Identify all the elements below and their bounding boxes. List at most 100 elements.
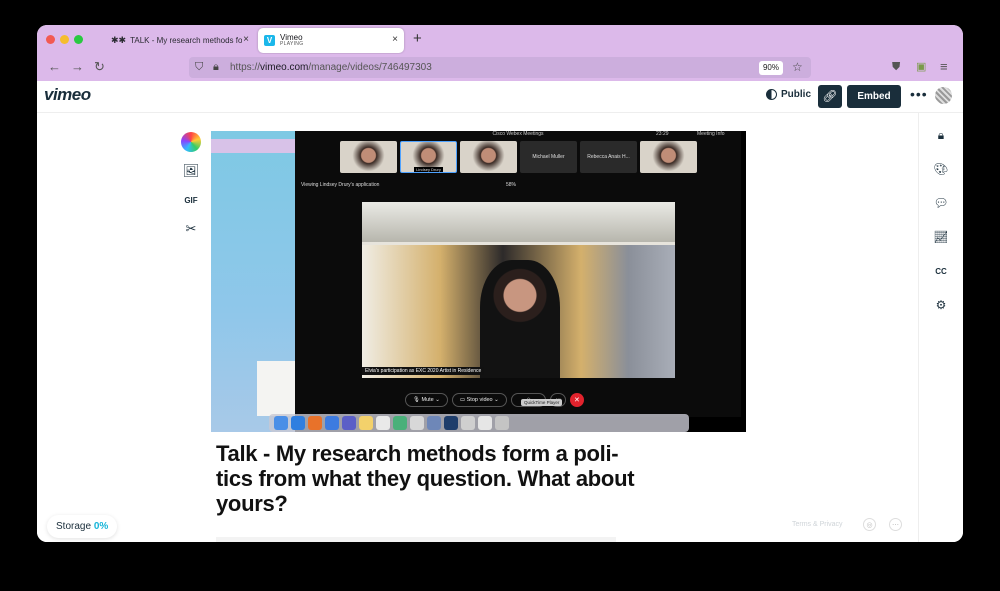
terms-privacy-link[interactable]: Terms & Privacy [792, 521, 843, 528]
storage-indicator[interactable]: Storage 0% [47, 515, 118, 538]
participant-thumbnail [460, 141, 517, 173]
link-icon: 🔗︎ [822, 89, 838, 103]
quicktime-icon [427, 416, 441, 430]
storage-label: Storage [56, 521, 92, 532]
lock-icon[interactable]: 🔒︎ [213, 61, 219, 74]
paper-document-image [257, 361, 295, 416]
more-options-icon[interactable]: ••• [910, 86, 928, 102]
slack-icon [393, 416, 407, 430]
compass-icon[interactable]: ◎ [863, 518, 876, 531]
gif-label: GIF [184, 195, 198, 205]
textedit-icon [410, 416, 424, 430]
webex-app-title: Cisco Webex Meetings [492, 131, 544, 137]
document-icon [461, 416, 475, 430]
video-tools-toolbar: 🖼︎ GIF ✂ [180, 131, 204, 247]
navigation-bar: ← → ↻ ⛉ 🔒︎ https://vimeo.com/manage/vide… [37, 54, 963, 81]
url-text[interactable]: https://vimeo.com/manage/videos/74649730… [230, 62, 432, 73]
privacy-public-button[interactable]: Public [766, 89, 811, 100]
menu-icon[interactable]: ≡ [940, 60, 948, 74]
end-call-icon: ✕ [569, 393, 584, 407]
image-icon: 🖼︎ [182, 163, 200, 178]
close-window-button[interactable] [46, 35, 55, 44]
close-tab-icon[interactable]: × [243, 34, 249, 45]
stop-video-button: ▭ Stop video ⌄ [451, 393, 507, 407]
forward-icon[interactable]: → [71, 60, 84, 74]
storage-percent: 0% [93, 521, 109, 532]
tab-bar: ✱✱ TALK - My research methods fo × V Vim… [37, 25, 963, 54]
public-label: Public [781, 89, 812, 100]
background-browser-window [211, 139, 295, 153]
tab-favicon-icon: ✱✱ [111, 35, 127, 45]
copy-link-button[interactable]: 🔗︎ [818, 85, 842, 108]
webex-meeting-window: Cisco Webex Meetings 23:29 Meeting Info … [295, 131, 741, 417]
avatar[interactable] [935, 87, 952, 104]
pocket-icon[interactable]: ⛊ [892, 60, 900, 74]
trim-tool-button[interactable]: ✂ [180, 218, 202, 240]
video-player[interactable]: Cisco Webex Meetings 23:29 Meeting Info … [211, 131, 746, 432]
shared-screen: Elvia's participation as EXC 2020 Artist… [362, 202, 675, 378]
minimize-window-button[interactable] [60, 35, 69, 44]
firefox-icon [308, 416, 322, 430]
video-caption: Elvia's participation as EXC 2020 Artist… [362, 367, 485, 375]
reload-icon[interactable]: ↻ [94, 60, 105, 74]
webex-clock: 23:29 [656, 131, 669, 137]
zoom-level-badge[interactable]: 90% [759, 61, 783, 75]
trash-icon [495, 416, 509, 430]
captions-icon[interactable]: CC [932, 262, 950, 280]
office-room-image [362, 202, 675, 242]
teams-icon [342, 416, 356, 430]
speaker-image [480, 260, 560, 378]
url-path: /manage/videos/746497303 [308, 62, 432, 73]
privacy-globe-icon [766, 89, 777, 100]
video-manage-page: 🖼︎ GIF ✂ Cisco Webex Meetings 23:29 Meet… [37, 113, 963, 542]
document-icon [478, 416, 492, 430]
tab-title: TALK - My research methods fo [130, 36, 243, 45]
scissors-icon: ✂ [185, 221, 197, 236]
color-tool-button[interactable] [180, 131, 202, 153]
vimeo-logo[interactable]: vimeo [44, 85, 91, 105]
url-host: vimeo.com [260, 62, 309, 73]
palette-icon[interactable]: 🎨︎ [932, 160, 950, 178]
launchpad-icon [376, 416, 390, 430]
video-title[interactable]: Talk - My research methods form a poli-t… [216, 441, 646, 516]
settings-rail: 🔒︎ 🎨︎ 💬︎ 📈︎ CC ⚙ [918, 113, 963, 542]
participant-thumbnail: Lindsey Drury [400, 141, 457, 173]
share-zoom-level: 58% [506, 182, 517, 188]
analytics-icon[interactable]: 📈︎ [932, 228, 950, 246]
webex-meeting-info: Meeting Info [697, 131, 725, 137]
tab-vimeo[interactable]: V Vimeo PLAYING × [258, 28, 404, 53]
webex-titlebar: Cisco Webex Meetings 23:29 Meeting Info [295, 131, 741, 138]
comment-icon[interactable]: 💬︎ [932, 194, 950, 212]
mail-icon [325, 416, 339, 430]
webex-icon [444, 416, 458, 430]
gif-tool-button[interactable]: GIF [180, 189, 202, 211]
address-bar[interactable]: ⛉ 🔒︎ https://vimeo.com/manage/videos/746… [189, 57, 811, 78]
thumbnail-tool-button[interactable]: 🖼︎ [180, 160, 202, 182]
maximize-window-button[interactable] [74, 35, 83, 44]
footer-more-icon[interactable]: ⋯ [889, 518, 902, 531]
viewing-application-label: Viewing Lindsey Drury's application [301, 182, 380, 188]
lock-icon[interactable]: 🔒︎ [932, 126, 950, 144]
close-tab-icon[interactable]: × [392, 34, 398, 45]
safari-icon [291, 416, 305, 430]
back-icon[interactable]: ← [48, 60, 61, 74]
gear-icon[interactable]: ⚙ [932, 296, 950, 314]
shield-icon[interactable]: ⛉ [195, 61, 203, 74]
participant-thumbnail: Michael Muller [520, 141, 577, 173]
desktop-background [211, 131, 295, 432]
mute-button: 🎙︎ Mute ⌄ [405, 393, 448, 407]
participant-thumbnail: Rebecca Anais H... [580, 141, 637, 173]
vimeo-header: vimeo Public 🔗︎ Embed ••• [37, 81, 963, 113]
embed-button[interactable]: Embed [847, 85, 901, 108]
tab-talk[interactable]: ✱✱ TALK - My research methods fo × [111, 28, 255, 53]
bookmark-star-icon[interactable]: ☆ [792, 60, 803, 74]
vimeo-favicon-icon: V [264, 35, 275, 46]
extension-icon[interactable]: ▣ [916, 60, 926, 74]
url-scheme: https:// [230, 62, 261, 73]
participant-thumbnail [340, 141, 397, 173]
dock-tooltip: QuickTime Player [521, 399, 563, 406]
participant-thumbnail [640, 141, 697, 173]
color-wheel-icon [181, 132, 201, 152]
new-tab-button[interactable]: + [413, 31, 422, 46]
finder-icon [274, 416, 288, 430]
